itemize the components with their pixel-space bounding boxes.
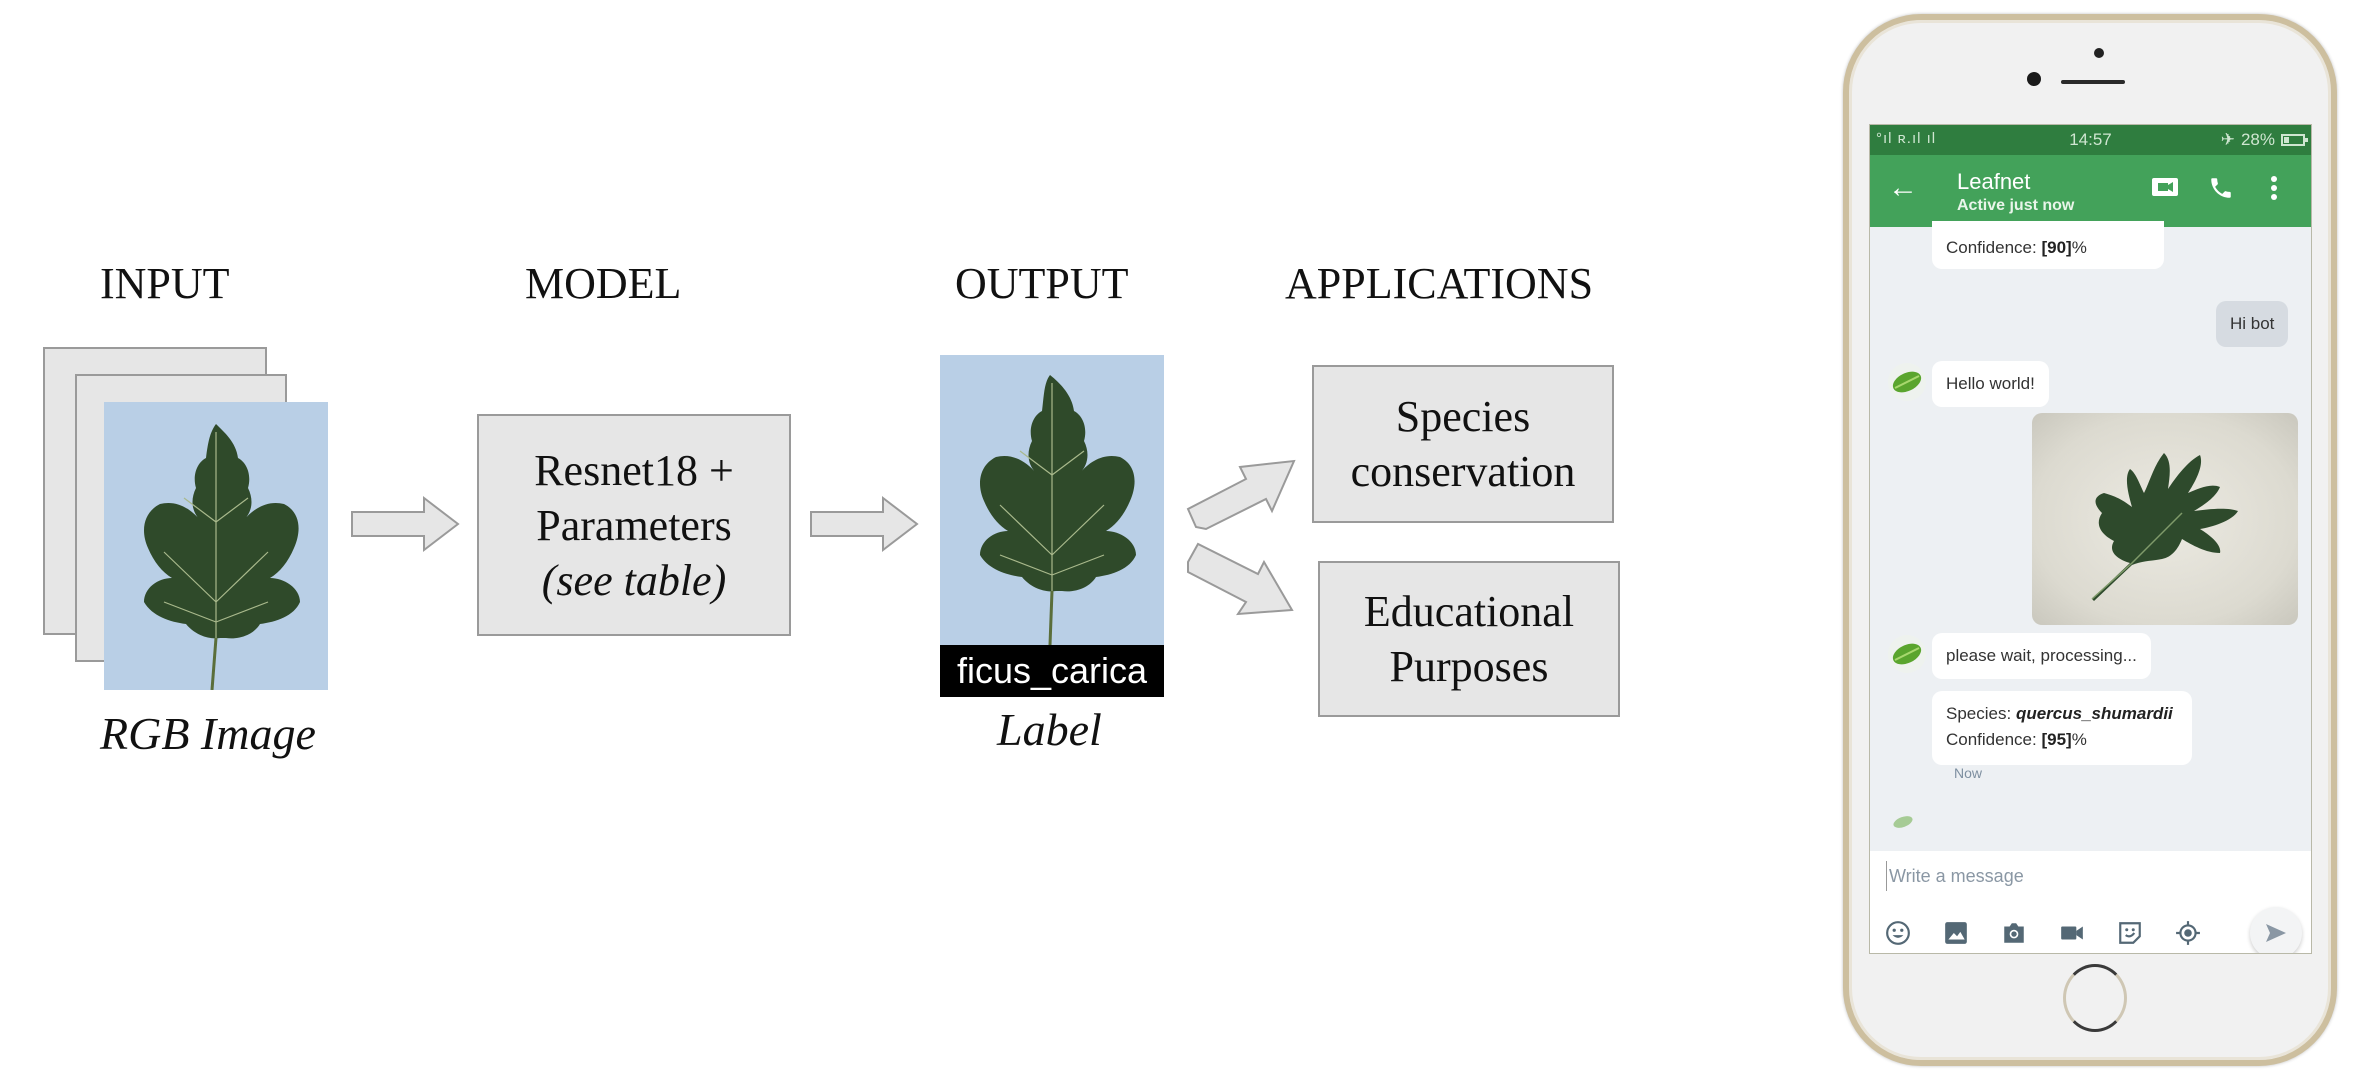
flow-arrow-output-to-education: [1187, 542, 1294, 616]
oak-leaf-image: [2091, 453, 2238, 601]
heading-output: OUTPUT: [955, 259, 1129, 308]
model-note: (see table): [541, 555, 727, 605]
predicted-species: quercus_shumardii: [2015, 704, 2173, 723]
chat-subtitle: Active just now: [1957, 197, 2075, 214]
phone-mockup: °ıl ʀ.ıl ıl 14:57 ✈ 28% ← Leafnet Active…: [1843, 14, 2337, 1066]
application-label: conservation: [1350, 447, 1576, 496]
model-name: Resnet18 +: [534, 445, 734, 495]
predicted-label-bar: ficus_carica: [940, 645, 1164, 697]
application-label: Purposes: [1389, 642, 1549, 691]
camera-icon[interactable]: [2000, 919, 2028, 947]
typing-indicator-leaf-icon: [1892, 815, 1914, 834]
status-bar: °ıl ʀ.ıl ıl 14:57 ✈ 28%: [1870, 125, 2311, 155]
model-parameters: Parameters: [536, 500, 732, 550]
message-composer: [1870, 851, 2311, 953]
message-timestamp: Now: [1954, 765, 1983, 781]
image-icon[interactable]: [1942, 919, 1970, 947]
send-icon: [2266, 924, 2286, 942]
flow-arrow-output-to-species: [1186, 459, 1296, 531]
bot-message: Hello world!: [1932, 361, 2049, 407]
application-box-educational-purposes: Educational Purposes: [1318, 561, 1620, 717]
heading-applications: APPLICATIONS: [1285, 259, 1594, 308]
more-vert-icon[interactable]: [2270, 175, 2278, 206]
bot-message-partial: Confidence: [90]%: [1932, 221, 2164, 269]
battery-icon: [2281, 134, 2308, 146]
flow-arrow-input-to-model: [351, 495, 460, 553]
bot-message: please wait, processing...: [1932, 633, 2151, 679]
input-leaf-image: [104, 402, 328, 690]
leaf-icon: [1892, 643, 1922, 665]
chat-title: Leafnet: [1957, 169, 2031, 194]
output-caption: Label: [997, 704, 1102, 755]
leaf-icon: [1892, 371, 1922, 393]
arrow-left-icon[interactable]: ←: [1888, 171, 1918, 205]
chat-screen: °ıl ʀ.ıl ıl 14:57 ✈ 28% ← Leafnet Active…: [1869, 124, 2312, 954]
video-icon[interactable]: [2058, 919, 2086, 947]
sticker-icon[interactable]: [2116, 919, 2144, 947]
application-box-species-conservation: Species conservation: [1312, 365, 1614, 523]
battery-percent: 28%: [2240, 130, 2275, 149]
heading-input: INPUT: [100, 259, 230, 308]
user-image-message[interactable]: [2032, 413, 2298, 625]
message-input[interactable]: [1886, 861, 2186, 891]
home-button[interactable]: [2063, 964, 2127, 1032]
application-label: Species: [1395, 392, 1531, 441]
front-camera: [2027, 72, 2041, 86]
bot-prediction-message: Species: quercus_shumardii Confidence: […: [1932, 691, 2192, 765]
user-message: Hi bot: [2216, 301, 2289, 347]
prediction-confidence: [95]: [2041, 730, 2072, 749]
flow-arrow-model-to-output: [810, 495, 919, 553]
application-label: Educational: [1363, 587, 1575, 636]
emoji-icon[interactable]: [1884, 919, 1912, 947]
output-leaf-image: [940, 355, 1164, 645]
send-button[interactable]: [2250, 907, 2302, 953]
phone-icon[interactable]: [2208, 175, 2234, 206]
bot-avatar: [1888, 635, 1926, 673]
video-call-icon[interactable]: [2151, 175, 2179, 204]
model-box: Resnet18 + Parameters (see table): [477, 414, 791, 636]
input-caption: RGB Image: [100, 708, 316, 759]
earpiece-speaker: [2061, 80, 2125, 84]
proximity-sensor: [2094, 48, 2104, 58]
bot-avatar: [1888, 363, 1926, 401]
location-icon[interactable]: [2174, 919, 2202, 947]
app-bar: ← Leafnet Active just now: [1870, 155, 2311, 227]
mute-icon: ✈: [2220, 130, 2235, 149]
heading-model: MODEL: [525, 259, 682, 308]
